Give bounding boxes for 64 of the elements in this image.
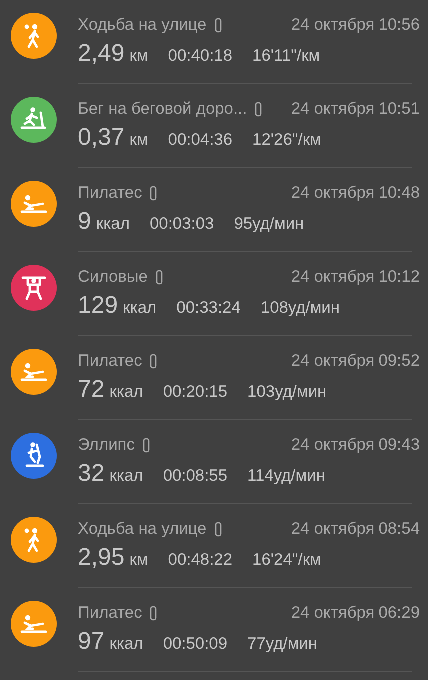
workout-date: 24 октября <box>291 352 375 370</box>
workout-pace: 114уд/мин <box>248 467 326 486</box>
value-unit: км <box>130 47 148 66</box>
workout-date: 24 октября <box>291 436 375 454</box>
workout-value: 32 <box>78 460 105 488</box>
workout-date: 24 октября <box>291 520 375 538</box>
workout-title: Пилатес <box>78 604 142 622</box>
workout-pace: 16'24"/км <box>252 551 322 570</box>
value-unit: ккал <box>110 467 144 486</box>
workout-value: 72 <box>78 376 105 404</box>
workout-duration: 00:48:22 <box>168 551 233 570</box>
workout-pace: 95уд/мин <box>234 215 304 234</box>
workout-value: 9 <box>78 208 92 236</box>
value-unit: ккал <box>110 383 144 402</box>
workout-time: 10:51 <box>378 100 420 118</box>
workout-date: 24 октября <box>291 604 375 622</box>
workout-pace: 108уд/мин <box>260 299 340 318</box>
workout-title: Эллипс <box>78 436 135 454</box>
workout-time: 08:54 <box>378 520 420 538</box>
workout-duration: 00:50:09 <box>163 635 228 654</box>
workout-duration: 00:04:36 <box>168 131 233 150</box>
workout-duration: 00:40:18 <box>168 47 233 66</box>
value-unit: км <box>130 131 148 150</box>
workout-title: Ходьба на улице <box>78 520 207 538</box>
workout-date: 24 октября <box>291 16 375 34</box>
workout-date: 24 октября <box>291 100 375 118</box>
fitness-band-icon <box>214 18 222 32</box>
workout-value: 2,95 <box>78 544 125 572</box>
workout-date: 24 октября <box>291 184 375 202</box>
workout-pace: 103уд/мин <box>248 383 327 402</box>
workout-title: Пилатес <box>78 184 142 202</box>
value-unit: ккал <box>96 215 130 234</box>
value-unit: ккал <box>110 635 144 654</box>
workout-time: 10:48 <box>378 184 420 202</box>
fitness-band-icon <box>150 606 158 620</box>
workout-value: 129 <box>78 292 118 320</box>
workout-time: 10:56 <box>378 16 420 34</box>
workout-duration: 00:20:15 <box>163 383 228 402</box>
workout-title: Пилатес <box>78 352 142 370</box>
fitness-band-icon <box>150 354 158 368</box>
workout-pace: 77уд/мин <box>248 635 318 654</box>
value-unit: км <box>130 551 148 570</box>
workout-time: 09:43 <box>378 436 420 454</box>
workout-time: 06:29 <box>378 604 420 622</box>
workout-duration: 00:08:55 <box>163 467 228 486</box>
workout-value: 97 <box>78 628 105 656</box>
workout-value: 0,37 <box>78 124 125 152</box>
workout-value: 2,49 <box>78 40 125 68</box>
fitness-band-icon <box>214 522 222 536</box>
workout-date: 24 октября <box>291 268 375 286</box>
fitness-band-icon <box>156 270 163 284</box>
workout-title: Ходьба на улице <box>78 16 207 34</box>
workout-time: 10:12 <box>378 268 420 286</box>
workout-pace: 16'11"/км <box>252 47 320 66</box>
fitness-band-icon <box>150 186 158 200</box>
workout-title: Силовые <box>78 268 148 286</box>
workout-duration: 00:33:24 <box>176 299 241 318</box>
workout-time: 09:52 <box>378 352 420 370</box>
fitness-band-icon <box>142 438 150 452</box>
workout-title: Бег на беговой доро... <box>78 100 248 118</box>
workout-duration: 00:03:03 <box>150 215 214 234</box>
workout-pace: 12'26"/км <box>252 131 322 150</box>
value-unit: ккал <box>123 299 157 318</box>
fitness-band-icon <box>255 102 262 116</box>
